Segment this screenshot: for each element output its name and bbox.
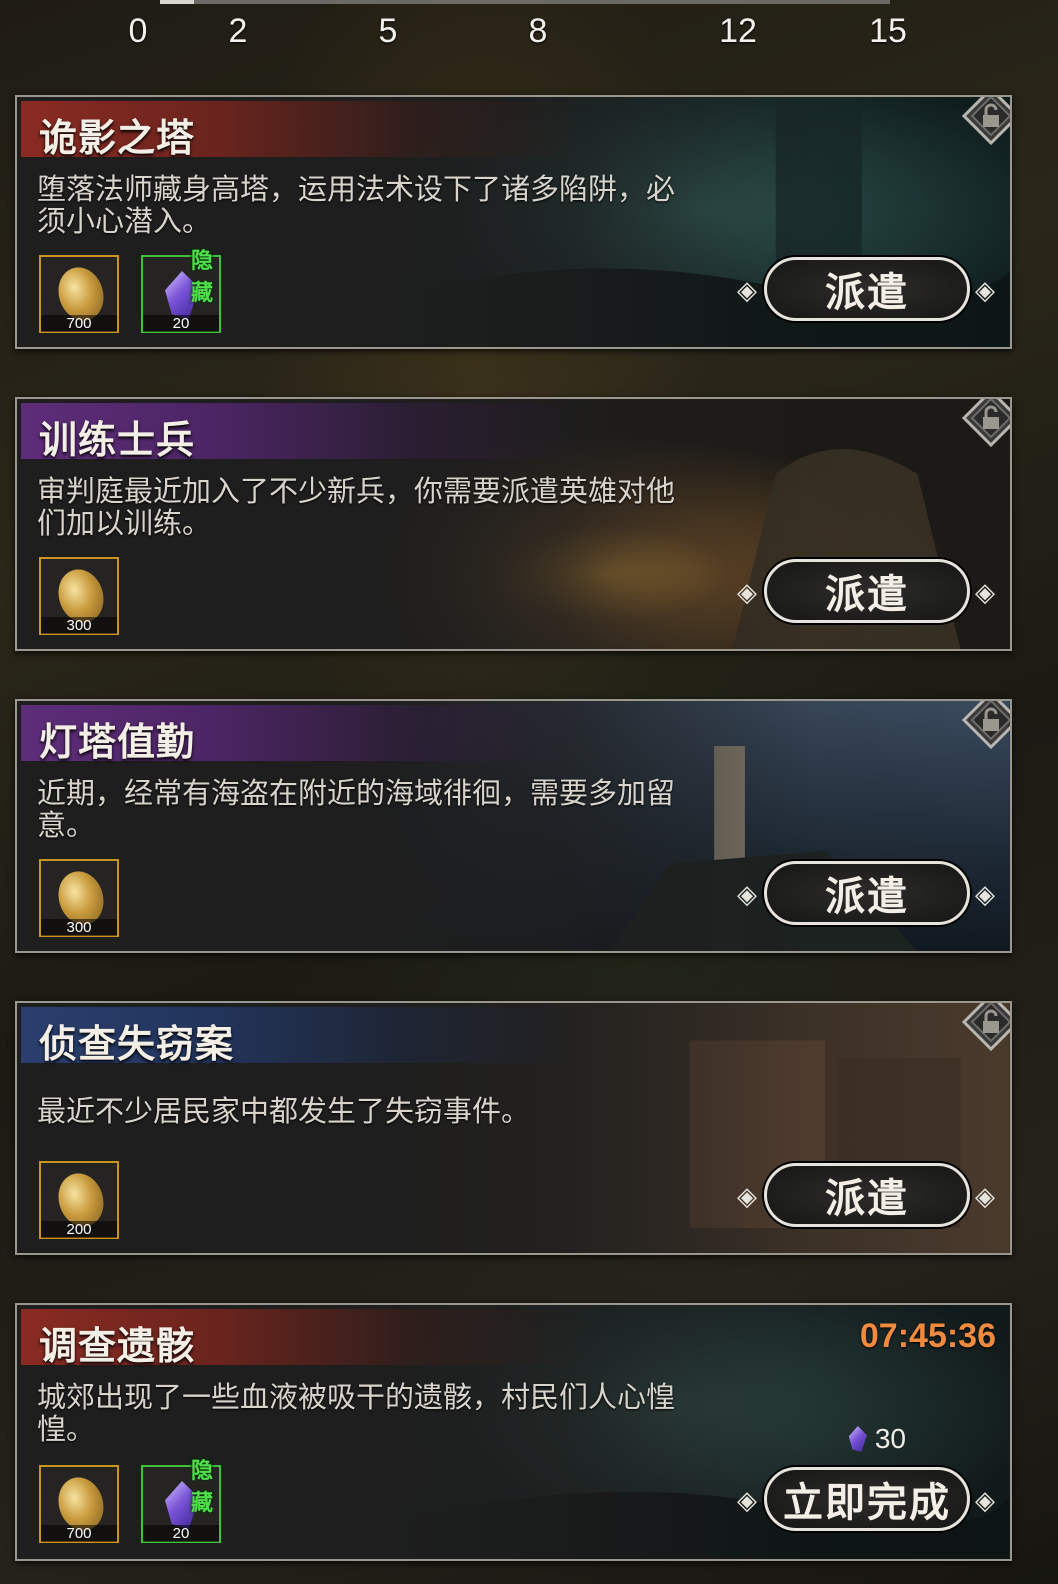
reward-list: 200 bbox=[39, 1161, 119, 1239]
progress-scale: 0 2 5 8 12 15 bbox=[0, 6, 1058, 56]
purple-crystal-icon bbox=[848, 1426, 867, 1452]
ornament-icon: ◈ bbox=[975, 276, 997, 306]
reward-item[interactable]: 隐藏 20 bbox=[141, 1458, 221, 1543]
mission-title: 侦查失窃案 bbox=[39, 1021, 235, 1066]
cost-amount: 30 bbox=[874, 1423, 906, 1454]
dispatch-button[interactable]: ◈ 派遣 ◈ bbox=[737, 1163, 995, 1227]
mission-title: 诡影之塔 bbox=[39, 115, 196, 160]
reward-amount: 700 bbox=[41, 315, 117, 332]
reward-item[interactable]: 200 bbox=[39, 1161, 119, 1239]
mission-card-remains-investigation[interactable]: 调查遗骸 07:45:36 城郊出现了一些血液被吸干的遗骸，村民们人心惶惶。 7… bbox=[15, 1303, 1012, 1561]
countdown-timer: 07:45:36 bbox=[859, 1317, 996, 1355]
ornament-icon: ◈ bbox=[737, 1486, 759, 1516]
instant-complete-button[interactable]: ◈ 立即完成 ◈ bbox=[737, 1467, 995, 1531]
mission-card-lighthouse-duty[interactable]: 灯塔值勤 近期，经常有海盗在附近的海域徘徊，需要多加留意。 300 ◈ 派遣 ◈ bbox=[15, 699, 1012, 953]
ornament-icon: ◈ bbox=[975, 578, 997, 608]
mission-card-theft-investigation[interactable]: 侦查失窃案 最近不少居民家中都发生了失窃事件。 200 ◈ 派遣 ◈ bbox=[15, 1001, 1012, 1255]
mission-card-train-soldiers[interactable]: 训练士兵 审判庭最近加入了不少新兵，你需要派遣英雄对他们加以训练。 300 ◈ … bbox=[15, 397, 1012, 651]
lock-icon[interactable] bbox=[962, 699, 1012, 749]
lock-icon[interactable] bbox=[962, 95, 1012, 145]
mission-description: 近期，经常有海盗在附近的海域徘徊，需要多加留意。 bbox=[37, 776, 676, 842]
mission-title: 训练士兵 bbox=[39, 417, 196, 462]
scale-label: 8 bbox=[528, 12, 548, 50]
title-banner: 调查遗骸 bbox=[21, 1309, 581, 1368]
reward-amount: 300 bbox=[41, 617, 117, 634]
reward-item[interactable]: 700 bbox=[39, 1465, 119, 1543]
dispatch-button[interactable]: ◈ 派遣 ◈ bbox=[737, 861, 995, 925]
reward-amount: 20 bbox=[143, 1525, 219, 1542]
scale-label: 12 bbox=[719, 12, 757, 50]
scale-label: 15 bbox=[869, 12, 907, 50]
scale-label: 2 bbox=[228, 12, 248, 50]
title-banner: 侦查失窃案 bbox=[21, 1007, 581, 1066]
instant-complete-label: 立即完成 bbox=[783, 1479, 951, 1526]
reward-list: 300 bbox=[39, 557, 119, 635]
title-banner: 诡影之塔 bbox=[21, 101, 581, 160]
scale-label: 0 bbox=[128, 12, 148, 50]
mission-description: 最近不少居民家中都发生了失窃事件。 bbox=[37, 1094, 531, 1128]
reward-amount: 700 bbox=[41, 1525, 117, 1542]
lock-icon[interactable] bbox=[962, 397, 1012, 447]
progress-start-marker bbox=[160, 0, 194, 4]
mission-card-shadow-tower[interactable]: 诡影之塔 堕落法师藏身高塔，运用法术设下了诸多陷阱，必须小心潜入。 700 隐藏… bbox=[15, 95, 1012, 349]
reward-amount: 200 bbox=[41, 1221, 117, 1238]
reward-list: 300 bbox=[39, 859, 119, 937]
dispatch-label: 派遣 bbox=[825, 269, 909, 316]
reward-list: 700 隐藏 20 bbox=[39, 1458, 221, 1543]
lock-icon[interactable] bbox=[962, 1001, 1012, 1051]
hidden-tag: 隐藏 bbox=[191, 1458, 214, 1516]
ornament-icon: ◈ bbox=[975, 1182, 997, 1212]
dispatch-button[interactable]: ◈ 派遣 ◈ bbox=[737, 257, 995, 321]
reward-amount: 20 bbox=[143, 315, 219, 332]
reward-item[interactable]: 700 bbox=[39, 255, 119, 333]
reward-item[interactable]: 隐藏 20 bbox=[141, 248, 221, 333]
progress-track bbox=[160, 0, 890, 4]
ornament-icon: ◈ bbox=[737, 1182, 759, 1212]
mission-description: 城郊出现了一些血液被吸干的遗骸，村民们人心惶惶。 bbox=[37, 1380, 676, 1446]
reward-list: 700 隐藏 20 bbox=[39, 248, 221, 333]
ornament-icon: ◈ bbox=[975, 1486, 997, 1516]
reward-item[interactable]: 300 bbox=[39, 557, 119, 635]
title-banner: 灯塔值勤 bbox=[21, 705, 581, 764]
ornament-icon: ◈ bbox=[737, 276, 759, 306]
dispatch-label: 派遣 bbox=[825, 873, 909, 920]
mission-description: 审判庭最近加入了不少新兵，你需要派遣英雄对他们加以训练。 bbox=[37, 474, 676, 540]
dispatch-label: 派遣 bbox=[825, 1175, 909, 1222]
title-banner: 训练士兵 bbox=[21, 403, 581, 462]
reward-item[interactable]: 300 bbox=[39, 859, 119, 937]
dispatch-label: 派遣 bbox=[825, 571, 909, 618]
complete-cost: 30 bbox=[848, 1423, 906, 1455]
ornament-icon: ◈ bbox=[737, 578, 759, 608]
hidden-tag: 隐藏 bbox=[191, 248, 214, 306]
reward-amount: 300 bbox=[41, 919, 117, 936]
mission-description: 堕落法师藏身高塔，运用法术设下了诸多陷阱，必须小心潜入。 bbox=[37, 172, 676, 238]
mission-title: 调查遗骸 bbox=[39, 1323, 196, 1368]
ornament-icon: ◈ bbox=[975, 880, 997, 910]
scale-label: 5 bbox=[378, 12, 398, 50]
mission-title: 灯塔值勤 bbox=[39, 719, 196, 764]
dispatch-button[interactable]: ◈ 派遣 ◈ bbox=[737, 559, 995, 623]
ornament-icon: ◈ bbox=[737, 880, 759, 910]
